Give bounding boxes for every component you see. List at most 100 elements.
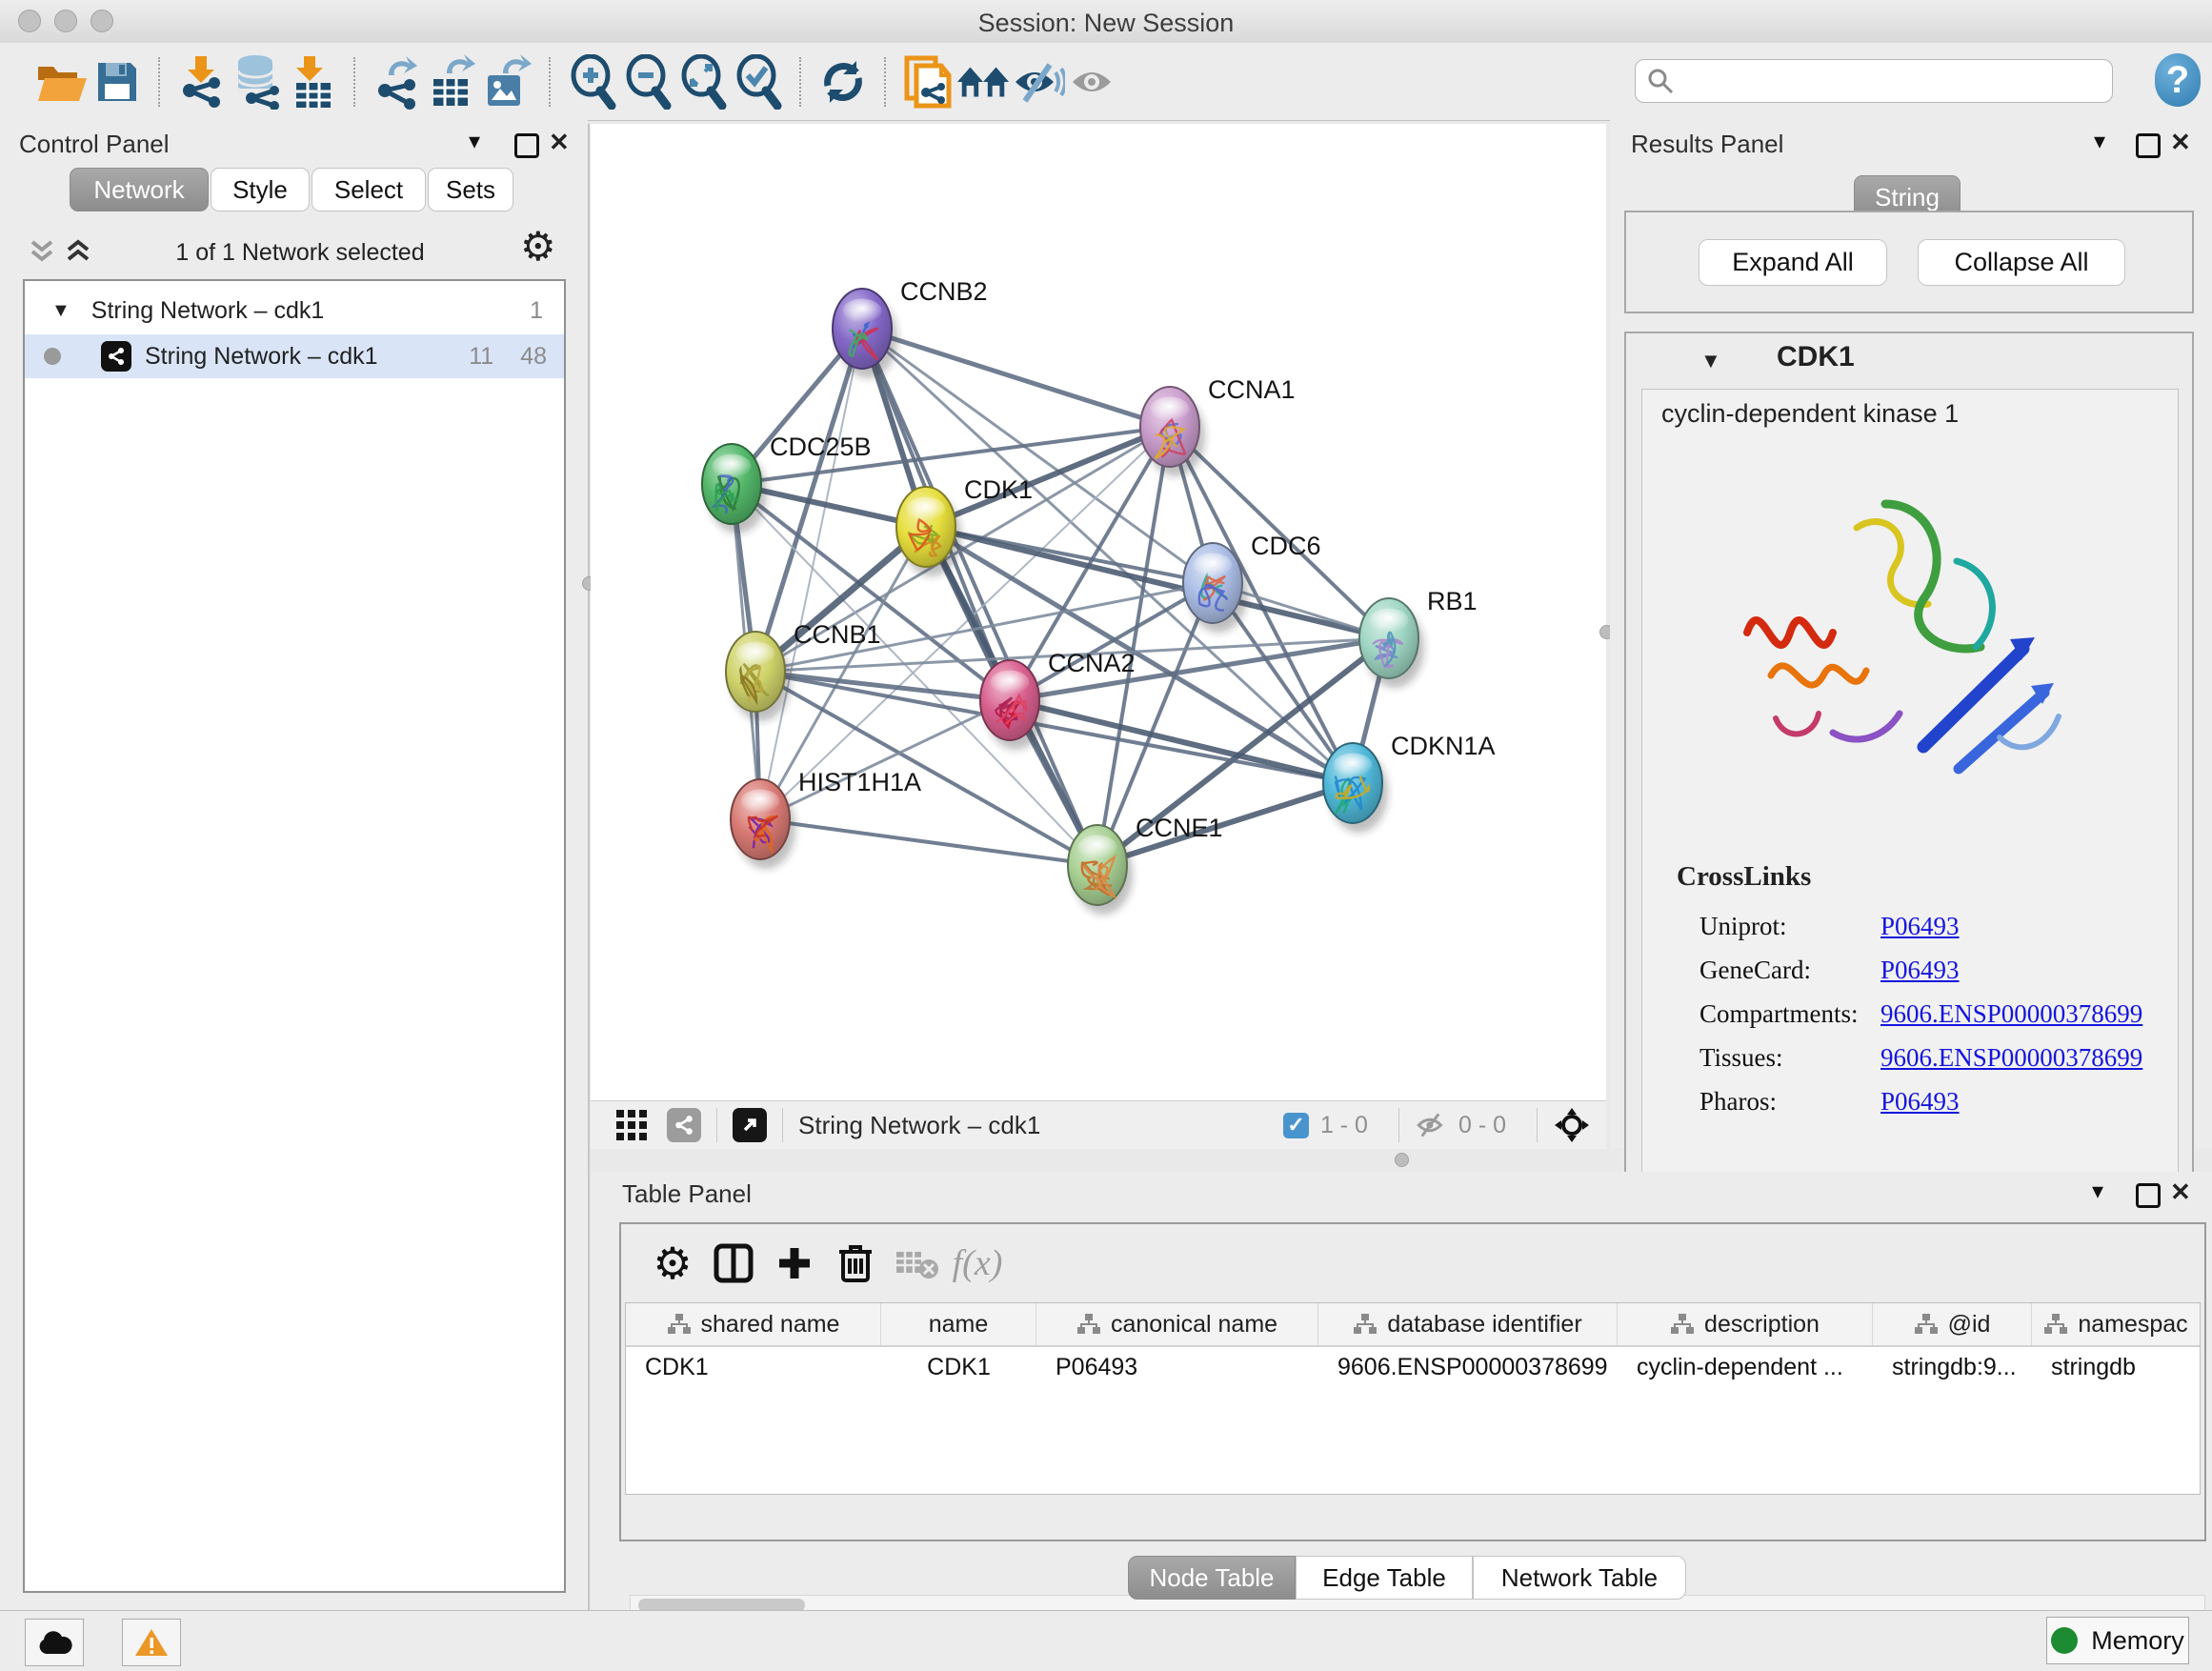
column-header-canonical-name[interactable]: canonical name (1036, 1303, 1318, 1345)
help-button[interactable]: ? (2155, 53, 2201, 107)
collection-expand-arrow[interactable]: ▼ (51, 300, 70, 322)
network-node-CDC25B[interactable]: CDC25B (702, 433, 872, 534)
column-header-database-identifier[interactable]: database identifier (1318, 1303, 1618, 1345)
export-table-button[interactable] (425, 54, 480, 110)
function-builder-button[interactable]: f(x) (947, 1233, 1008, 1294)
search-input[interactable] (1681, 67, 2101, 95)
cell-canonical-name: P06493 (1036, 1347, 1318, 1387)
apply-layout-button[interactable] (815, 54, 871, 110)
network-edge-HIST1H1A-CCNE1[interactable] (760, 819, 1097, 865)
results-panel-close-button[interactable]: ✕ (2170, 128, 2191, 157)
network-edge-CCNA2-HIST1H1A[interactable] (760, 700, 1010, 819)
selected-checkbox-icon[interactable]: ✓ (1283, 1113, 1309, 1138)
collapse-all-button[interactable]: Collapse All (1918, 239, 2125, 286)
tab-network[interactable]: Network (70, 168, 209, 211)
results-panel-menu-arrow[interactable]: ▾ (2094, 128, 2105, 155)
hide-selected-button[interactable] (1011, 54, 1066, 110)
table-panel-menu-arrow[interactable]: ▾ (2092, 1178, 2103, 1205)
import-table-button[interactable] (285, 54, 340, 110)
network-node-HIST1H1A[interactable]: HIST1H1A (731, 768, 921, 869)
network-canvas[interactable]: CCNB2CCNA1CDC25BCDK1CDC6RB1CCNB1CCNA2CDK… (591, 124, 1606, 1100)
cloud-status-button[interactable] (25, 1619, 84, 1666)
control-panel-float-button[interactable] (514, 133, 539, 163)
tab-node-table[interactable]: Node Table (1128, 1556, 1296, 1600)
grid-view-icon[interactable] (615, 1109, 648, 1141)
tab-select[interactable]: Select (312, 168, 426, 211)
expand-all-networks-button[interactable] (65, 236, 91, 265)
import-network-from-database-button[interactable] (230, 54, 285, 110)
crosslink-genecard-link[interactable]: P06493 (1880, 956, 1960, 985)
delete-column-button[interactable] (825, 1233, 886, 1294)
table-panel-close-button[interactable]: ✕ (2170, 1178, 2191, 1207)
table-row[interactable]: CDK1 CDK1 P06493 9606.ENSP00000378699 cy… (626, 1347, 2200, 1387)
column-label: name (929, 1311, 989, 1339)
splitter-handle-dot[interactable] (1395, 1153, 1409, 1167)
zoom-fit-button[interactable] (675, 54, 731, 110)
memory-button[interactable]: Memory (2046, 1617, 2189, 1664)
results-panel-float-button[interactable] (2136, 133, 2161, 163)
toolbar-separator (353, 57, 356, 107)
search-field (1635, 59, 2113, 103)
results-buttons-box: Expand All Collapse All (1624, 211, 2194, 313)
show-columns-button[interactable] (703, 1233, 764, 1294)
crosslinks-title: CrossLinks (1677, 861, 1811, 893)
birdseye-view-toggle[interactable] (733, 1108, 767, 1142)
network-share-icon[interactable] (667, 1108, 701, 1142)
export-network-button[interactable] (370, 54, 425, 110)
network-node-CCNA1[interactable]: CCNA1 (1140, 375, 1296, 476)
expand-all-button[interactable]: Expand All (1699, 239, 1887, 286)
network-graph[interactable]: CCNB2CCNA1CDC25BCDK1CDC6RB1CCNB1CCNA2CDK… (591, 124, 1606, 1100)
network-edge-CCNB2-CCNA1[interactable] (862, 329, 1170, 427)
crosslink-compartments-link[interactable]: 9606.ENSP00000378699 (1880, 999, 2142, 1029)
zoom-in-button[interactable] (565, 54, 620, 110)
network-node-CDKN1A[interactable]: CDKN1A (1323, 732, 1496, 833)
network-collection-row[interactable]: ▼ String Network – cdk1 1 (25, 289, 564, 332)
network-options-gear-icon[interactable]: ⚙ (520, 227, 556, 267)
create-column-button[interactable] (764, 1233, 825, 1294)
tab-network-table[interactable]: Network Table (1473, 1556, 1686, 1600)
open-session-button[interactable] (34, 54, 90, 110)
column-label: @id (1948, 1311, 1991, 1339)
column-header-description[interactable]: description (1618, 1303, 1873, 1345)
collapse-all-networks-button[interactable] (29, 236, 55, 265)
node-label-CCNE1: CCNE1 (1136, 814, 1223, 842)
network-node-CCNB1[interactable]: CCNB1 (726, 620, 881, 721)
network-node-CCNE1[interactable]: CCNE1 (1068, 814, 1223, 915)
section-collapse-arrow[interactable]: ▼ (1700, 349, 1721, 373)
crosshair-icon[interactable] (1553, 1106, 1591, 1144)
crosslink-pharos-link[interactable]: P06493 (1880, 1087, 1960, 1117)
node-result-section: ▼ CDK1 cyclin-dependent kinase 1 (1624, 332, 2194, 1225)
network-from-selection-button[interactable] (900, 54, 955, 110)
table-panel-float-button[interactable] (2136, 1183, 2161, 1213)
tab-style[interactable]: Style (211, 168, 310, 211)
table-options-gear-icon[interactable]: ⚙ (642, 1233, 703, 1294)
column-header-id[interactable]: @id (1873, 1303, 2032, 1345)
column-header-namespace[interactable]: namespac (2032, 1303, 2200, 1345)
tab-sets[interactable]: Sets (428, 168, 513, 211)
collection-label: String Network – cdk1 (91, 297, 325, 325)
crosslink-tissues-link[interactable]: 9606.ENSP00000378699 (1880, 1043, 2142, 1073)
zoom-selected-icon (734, 54, 783, 110)
warning-status-button[interactable] (122, 1619, 181, 1666)
network-node-CCNA2[interactable]: CCNA2 (980, 649, 1136, 750)
network-node-RB1[interactable]: RB1 (1359, 587, 1478, 688)
control-panel-close-button[interactable]: ✕ (549, 128, 570, 157)
zoom-out-button[interactable] (620, 54, 675, 110)
column-header-shared-name[interactable]: shared name (626, 1303, 881, 1345)
tab-edge-table[interactable]: Edge Table (1296, 1556, 1473, 1600)
export-image-button[interactable] (480, 54, 535, 110)
network-row-selected[interactable]: String Network – cdk1 11 48 (25, 334, 564, 378)
delete-table-button[interactable] (886, 1233, 947, 1294)
crosslink-uniprot-link[interactable]: P06493 (1880, 912, 1960, 941)
first-neighbors-button[interactable] (955, 54, 1011, 110)
column-header-name[interactable]: name (881, 1303, 1036, 1345)
cell-shared-name: CDK1 (626, 1347, 881, 1387)
panel-splitter-vertical[interactable] (588, 124, 590, 1610)
save-session-button[interactable] (90, 54, 145, 110)
control-panel-menu-arrow[interactable]: ▾ (469, 128, 480, 155)
network-edge-CCNA1-CCNE1[interactable] (1097, 427, 1170, 865)
columns-icon (713, 1242, 754, 1284)
zoom-selected-button[interactable] (731, 54, 786, 110)
show-all-button[interactable] (1066, 54, 1121, 110)
import-network-button[interactable] (174, 54, 230, 110)
